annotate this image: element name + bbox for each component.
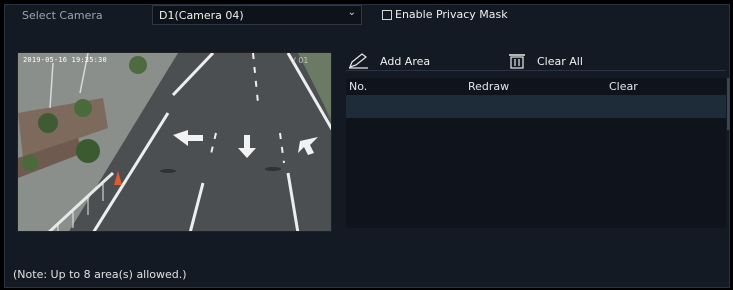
camera-live-view[interactable]: 2019-05-16 19:35:30 / 01 [17, 52, 332, 232]
column-header-redraw: Redraw [468, 80, 510, 93]
enable-privacy-mask-toggle[interactable]: Enable Privacy Mask [382, 8, 508, 21]
column-header-clear: Clear [609, 80, 638, 93]
add-area-label: Add Area [380, 54, 431, 68]
camera-select-value: D1(Camera 04) [159, 9, 244, 22]
enable-privacy-mask-label: Enable Privacy Mask [395, 8, 508, 21]
table-row[interactable] [346, 95, 726, 118]
camera-select[interactable]: D1(Camera 04) ⌄ [152, 5, 362, 25]
toolbar-divider [346, 70, 726, 71]
enable-privacy-mask-checkbox[interactable] [382, 9, 392, 20]
clear-all-label: Clear All [537, 54, 583, 68]
trash-icon [509, 54, 525, 69]
video-corner-text: / 01 [293, 56, 309, 65]
table-scrollbar[interactable] [727, 78, 730, 130]
chevron-down-icon[interactable]: ⌄ [348, 7, 356, 18]
area-table: No. Redraw Clear [346, 78, 726, 228]
road-scene-image [18, 53, 331, 231]
clear-all-button[interactable]: Clear All [507, 53, 583, 69]
select-camera-label: Select Camera [22, 9, 103, 22]
column-header-no: No. [349, 80, 368, 93]
pencil-icon [348, 53, 368, 69]
add-area-button[interactable]: Add Area [348, 53, 430, 69]
area-limit-note: (Note: Up to 8 area(s) allowed.) [13, 268, 187, 281]
video-timestamp: 2019-05-16 19:35:30 [23, 56, 107, 64]
